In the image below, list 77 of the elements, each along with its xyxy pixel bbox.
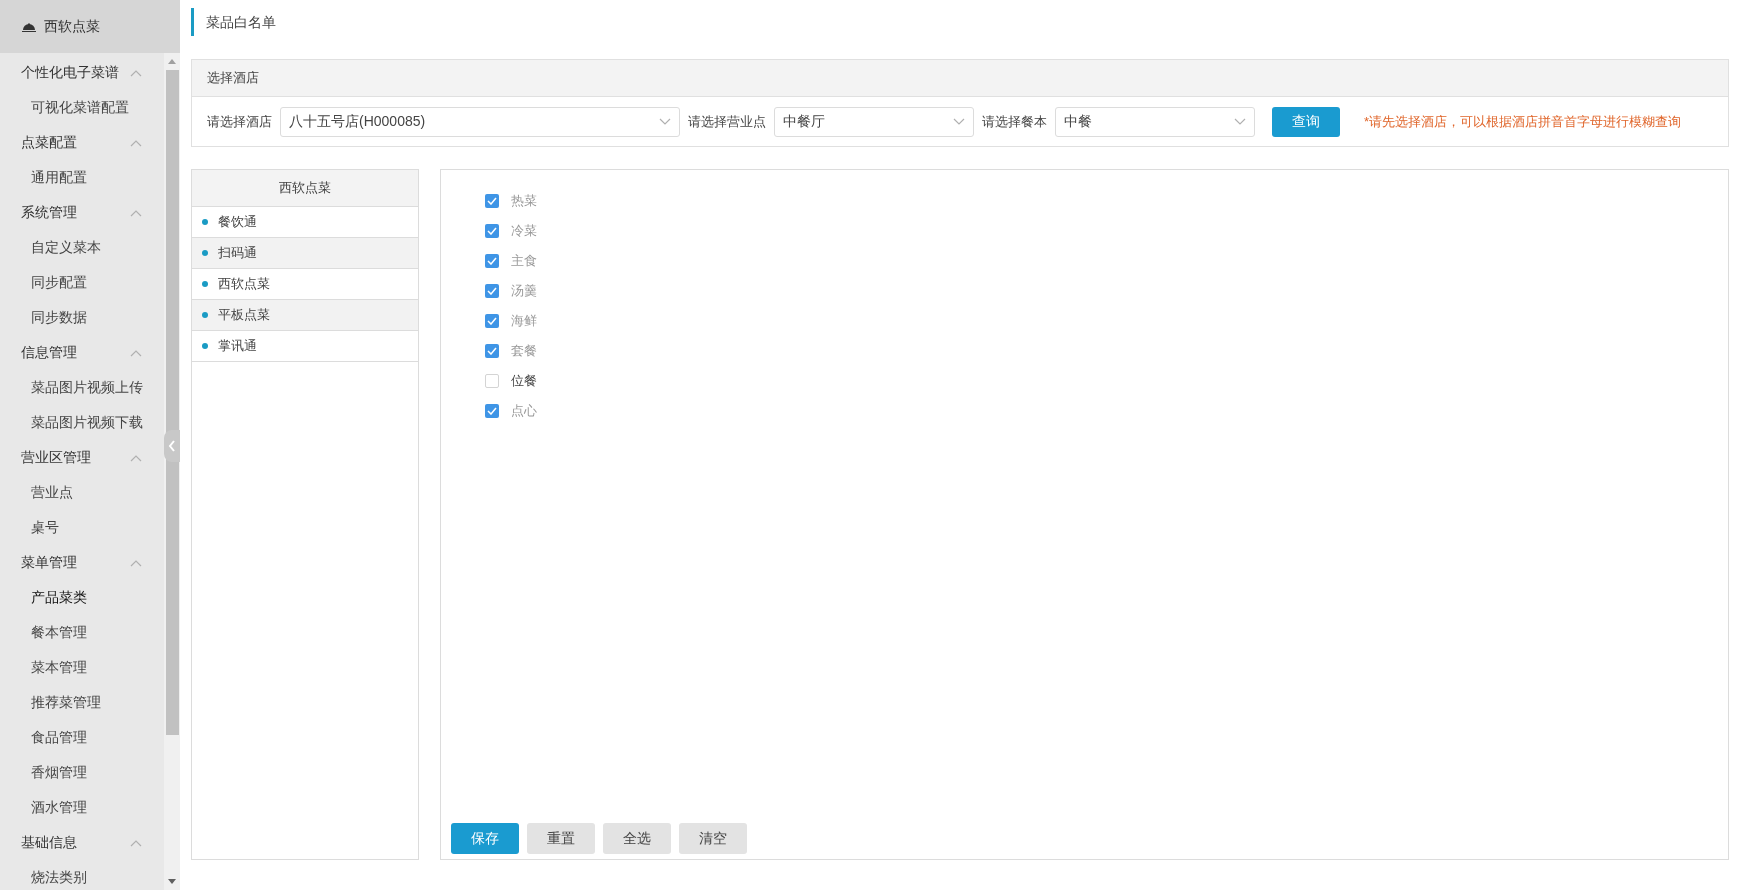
chevron-down-icon	[659, 117, 671, 126]
hint-text: *请先选择酒店，可以根据酒店拼音首字母进行模糊查询	[1364, 112, 1682, 131]
check-icon	[487, 407, 497, 415]
collapse-icon	[130, 138, 142, 147]
menu-item[interactable]: 通用配置	[0, 160, 164, 195]
scroll-up-icon[interactable]	[168, 59, 176, 64]
menu-item[interactable]: 营业点	[0, 475, 164, 510]
collapse-icon	[130, 348, 142, 357]
select-field[interactable]: 中餐	[1055, 106, 1255, 137]
list-header: 西软点菜	[192, 170, 418, 207]
chevron-down-icon	[1234, 117, 1246, 126]
checkbox[interactable]	[485, 224, 499, 238]
system-list-item[interactable]: 扫码通	[192, 238, 418, 269]
chevron-down-icon	[953, 117, 965, 126]
brand-name: 西软点菜	[44, 17, 100, 36]
check-icon	[487, 317, 497, 325]
checkbox[interactable]	[485, 344, 499, 358]
check-icon	[487, 287, 497, 295]
check-icon	[487, 197, 497, 205]
checkbox[interactable]	[485, 374, 499, 388]
check-icon	[487, 257, 497, 265]
panel-title: 选择酒店	[207, 69, 259, 88]
collapse-icon	[130, 558, 142, 567]
action-button[interactable]: 重置	[527, 823, 595, 854]
menu-item[interactable]: 酒水管理	[0, 790, 164, 825]
chevron-left-icon	[168, 440, 176, 452]
menu-group[interactable]: 个性化电子菜谱	[0, 55, 164, 90]
bullet-icon	[202, 219, 208, 225]
menu-group[interactable]: 营业区管理	[0, 440, 164, 475]
menu-group[interactable]: 基础信息	[0, 825, 164, 860]
check-icon	[487, 347, 497, 355]
page-title: 菜品白名单	[191, 8, 276, 36]
checkbox[interactable]	[485, 404, 499, 418]
collapse-icon	[130, 838, 142, 847]
menu-item[interactable]: 餐本管理	[0, 615, 164, 650]
system-list-item[interactable]: 平板点菜	[192, 300, 418, 331]
select-field[interactable]: 中餐厅	[774, 106, 974, 137]
menu-group[interactable]: 菜单管理	[0, 545, 164, 580]
checkbox[interactable]	[485, 194, 499, 208]
menu-item[interactable]: 推荐菜管理	[0, 685, 164, 720]
bullet-icon	[202, 281, 208, 287]
menu-group[interactable]: 点菜配置	[0, 125, 164, 160]
menu-item[interactable]: 产品菜类	[0, 580, 164, 615]
checkbox[interactable]	[485, 254, 499, 268]
menu-item[interactable]: 香烟管理	[0, 755, 164, 790]
menu-group[interactable]: 信息管理	[0, 335, 164, 370]
category-checkbox[interactable]: 位餐	[485, 366, 1728, 396]
collapse-icon	[130, 453, 142, 462]
bullet-icon	[202, 343, 208, 349]
menu-item[interactable]: 同步配置	[0, 265, 164, 300]
menu-item[interactable]: 菜本管理	[0, 650, 164, 685]
menu-item[interactable]: 可视化菜谱配置	[0, 90, 164, 125]
checkbox[interactable]	[485, 314, 499, 328]
menu-item[interactable]: 桌号	[0, 510, 164, 545]
menu-group[interactable]: 系统管理	[0, 195, 164, 230]
menu-item[interactable]: 同步数据	[0, 300, 164, 335]
collapse-handle[interactable]	[164, 430, 180, 462]
collapse-icon	[130, 208, 142, 217]
field-label: 请选择餐本	[982, 112, 1047, 131]
checkbox[interactable]	[485, 284, 499, 298]
select-field[interactable]: 八十五号店(H000085)	[280, 106, 680, 137]
menu-item[interactable]: 烧法类别	[0, 860, 164, 890]
menu-item[interactable]: 自定义菜本	[0, 230, 164, 265]
scrollbar[interactable]	[164, 53, 180, 890]
scroll-down-icon[interactable]	[168, 879, 176, 884]
menu-item[interactable]: 菜品图片视频上传	[0, 370, 164, 405]
collapse-icon	[130, 68, 142, 77]
action-button[interactable]: 清空	[679, 823, 747, 854]
bullet-icon	[202, 312, 208, 318]
check-icon	[487, 227, 497, 235]
cloche-icon	[22, 21, 36, 32]
field-label: 请选择营业点	[688, 112, 766, 131]
action-button[interactable]: 全选	[603, 823, 671, 854]
field-label: 请选择酒店	[207, 112, 272, 131]
menu-item[interactable]: 食品管理	[0, 720, 164, 755]
bullet-icon	[202, 250, 208, 256]
menu-item[interactable]: 菜品图片视频下载	[0, 405, 164, 440]
